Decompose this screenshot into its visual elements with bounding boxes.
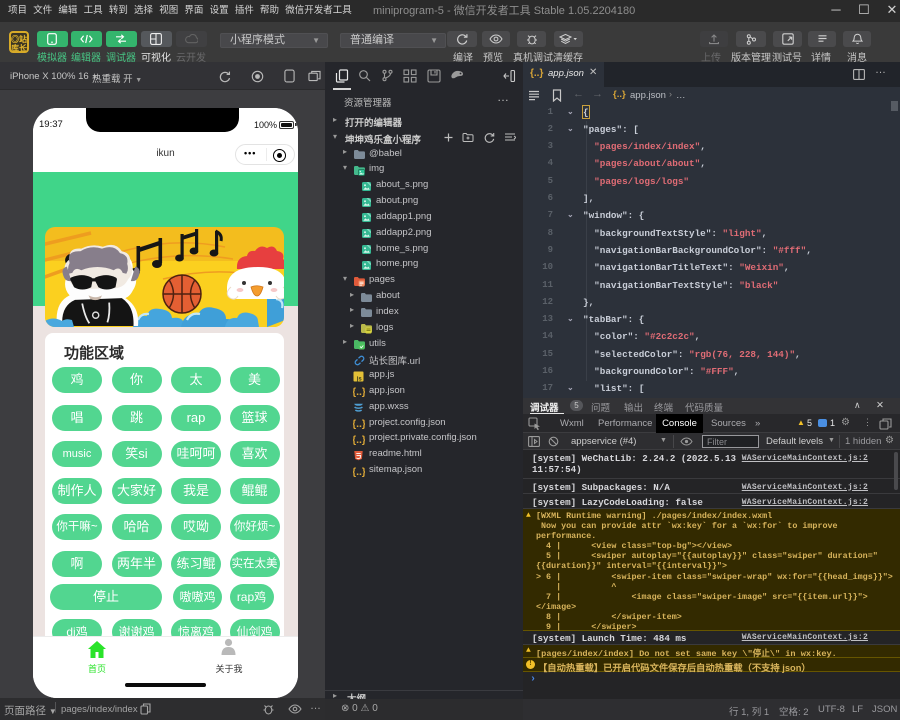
svg-text:js: js [356,376,363,382]
svg-text:{..}: {..} [353,386,365,397]
svg-text:{..}: {..} [353,418,365,429]
svg-text:{..}: {..} [353,466,365,477]
svg-text:{..}: {..} [353,434,365,445]
